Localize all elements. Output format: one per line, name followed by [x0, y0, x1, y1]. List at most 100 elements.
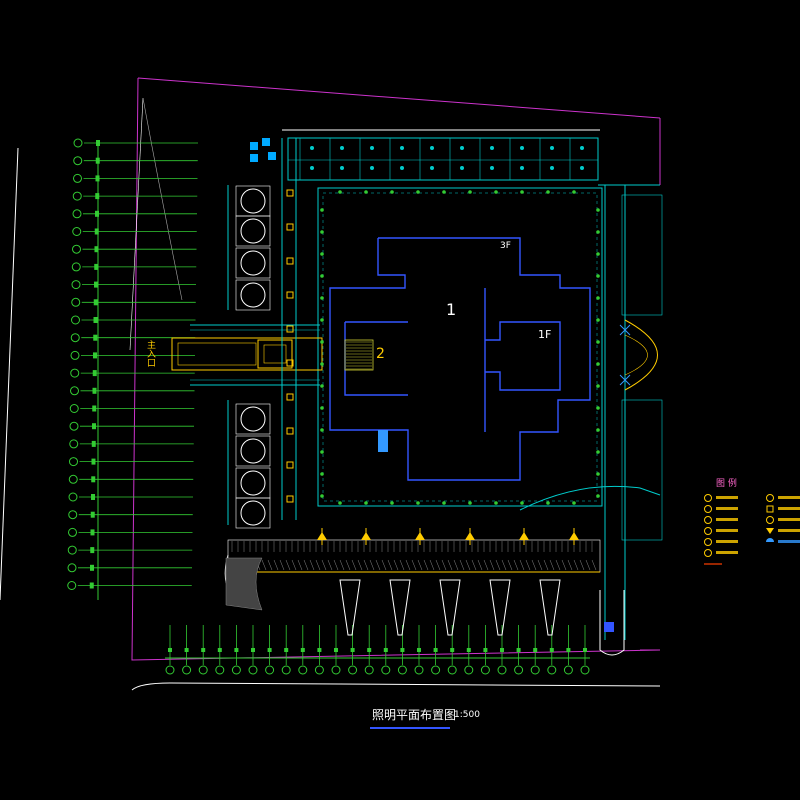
perimeter-lamp — [338, 190, 342, 194]
right-road — [519, 184, 663, 656]
legend-symbol — [704, 494, 712, 502]
bottom-luminaire-marker — [381, 665, 391, 675]
perimeter-lamp — [520, 501, 524, 505]
plaza-hatch-line — [375, 559, 381, 571]
plaza-hatch-line — [441, 559, 447, 571]
perimeter-lamp — [320, 406, 324, 410]
bottom-luminaire-box — [533, 648, 538, 652]
lighting-plan-drawing: 1 2 3F 1F 主入口 图 例 — [0, 77, 800, 691]
plaza-hatch-line — [357, 559, 363, 571]
perimeter-lamp — [390, 501, 394, 505]
path-luminaire — [286, 461, 294, 469]
path-luminaire — [286, 223, 294, 231]
plaza-hatch-line — [303, 559, 309, 571]
plaza-hatch-line — [561, 559, 567, 571]
parking-lamp — [460, 166, 464, 170]
legend-text-mark — [778, 507, 800, 510]
legend-text-mark — [716, 551, 738, 554]
plaza-hatch-line — [297, 559, 303, 571]
perimeter-lamp — [320, 274, 324, 278]
triangular-planter — [539, 579, 561, 636]
plaza-hatch-line — [567, 559, 573, 571]
planter-circle — [240, 500, 266, 526]
left-luminaire-marker — [69, 421, 79, 431]
perimeter-luminaires — [286, 189, 600, 505]
bottom-luminaire-box — [317, 648, 322, 652]
perimeter-lamp — [572, 190, 576, 194]
perimeter-lamp — [364, 190, 368, 194]
perimeter-lamp — [596, 340, 600, 344]
bottom-luminaire-marker — [547, 665, 557, 675]
main-building — [329, 237, 591, 481]
left-luminaire-marker — [69, 404, 79, 413]
bottom-luminaire-marker — [331, 665, 341, 675]
bottom-luminaire-box — [450, 648, 455, 652]
bottom-row-luminaires — [165, 625, 590, 675]
left-luminaire-marker — [67, 563, 77, 573]
bottom-luminaire-box — [566, 648, 571, 652]
plaza-hatch-line — [429, 559, 435, 571]
plaza-hatch-line — [471, 559, 477, 571]
legend-symbol — [704, 516, 712, 524]
plaza-hatch-line — [507, 559, 513, 571]
bottom-luminaire-marker — [464, 665, 474, 675]
perimeter-lamp — [596, 384, 600, 388]
parking-lamp — [490, 166, 494, 170]
bottom-luminaire-box — [466, 648, 471, 652]
perimeter-lamp — [320, 362, 324, 366]
plaza-hatch-line — [393, 559, 399, 571]
planter-circle — [240, 250, 266, 276]
perimeter-lamp — [572, 501, 576, 505]
plaza-hatch-line — [573, 559, 579, 571]
path-luminaire — [286, 257, 294, 265]
perimeter-lamp — [596, 362, 600, 366]
bottom-luminaire-marker — [248, 665, 258, 675]
plaza-hatch-line — [579, 559, 585, 571]
perimeter-lamp — [320, 230, 324, 234]
left-luminaire-marker — [68, 510, 78, 520]
left-luminaire-marker — [70, 386, 79, 396]
plaza-hatch-line — [261, 559, 267, 571]
triangular-planter — [389, 579, 411, 636]
circular-planters — [235, 185, 271, 529]
left-luminaire-marker — [72, 191, 82, 201]
bottom-luminaire-box — [284, 648, 289, 652]
bottom-luminaire-box — [168, 648, 172, 652]
legend-text-mark — [716, 540, 738, 543]
perimeter-lamp — [596, 208, 600, 212]
legend-text-mark — [716, 507, 738, 510]
plaza-hatch-line — [531, 559, 537, 571]
bottom-luminaire-box — [267, 648, 272, 652]
left-luminaire-marker — [72, 227, 82, 236]
perimeter-lamp — [416, 501, 420, 505]
bottom-luminaire-box — [500, 648, 504, 652]
bottom-luminaire-marker — [447, 665, 457, 675]
perimeter-lamp — [416, 190, 420, 194]
legend-symbol — [766, 505, 774, 513]
parking-lamp — [310, 146, 314, 150]
legend-symbol — [766, 494, 774, 502]
plaza-hatch-line — [459, 559, 465, 571]
path-luminaire — [286, 495, 294, 503]
left-luminaire-marker — [70, 333, 80, 343]
left-luminaire-marker — [71, 280, 81, 290]
perimeter-lamp — [320, 450, 324, 454]
path-luminaire — [286, 291, 294, 299]
perimeter-lamp — [320, 252, 324, 256]
bottom-luminaire-marker — [265, 665, 275, 675]
plaza-hatch-line — [399, 559, 405, 571]
bottom-luminaire-marker — [480, 665, 490, 675]
planter-circle — [240, 282, 266, 308]
planter-circle — [240, 438, 266, 464]
bottom-luminaire-marker — [530, 665, 540, 675]
bottom-luminaire-box — [251, 648, 255, 652]
perimeter-lamp — [596, 406, 600, 410]
perimeter-lamp — [390, 190, 394, 194]
plaza-hatch-line — [549, 559, 555, 571]
perimeter-lamp — [494, 501, 498, 505]
plaza-hatch-line — [351, 559, 357, 571]
plaza-hatch-line — [387, 559, 393, 571]
plaza-hatch-line — [591, 559, 597, 571]
plaza-hatch-line — [447, 559, 453, 571]
perimeter-lamp — [596, 274, 600, 278]
